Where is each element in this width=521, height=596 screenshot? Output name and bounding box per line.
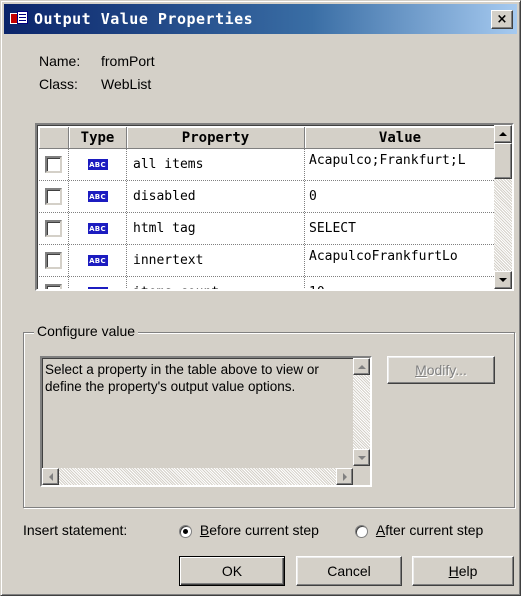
dialog-title: Output Value Properties [34, 10, 254, 28]
header-value[interactable]: Value [305, 127, 496, 149]
arrow-down-icon [357, 455, 366, 460]
text-scroll-down-button[interactable] [353, 449, 370, 466]
table-row[interactable]: ABC disabled 0 [39, 181, 496, 213]
property-value: AcapulcoFrankfurtLo [305, 245, 496, 276]
arrow-down-icon [499, 278, 507, 282]
name-label: Name: [39, 53, 81, 69]
string-type-icon: ABC [87, 287, 108, 289]
header-type[interactable]: Type [69, 127, 127, 149]
row-checkbox[interactable] [45, 188, 62, 205]
string-type-icon: ABC [87, 255, 108, 266]
property-name: disabled [127, 181, 305, 212]
configure-value-label: Configure value [34, 323, 139, 339]
text-vertical-scrollbar[interactable] [353, 358, 370, 466]
row-checkbox[interactable] [45, 156, 62, 173]
scroll-thumb[interactable] [494, 143, 512, 179]
table-row[interactable]: ABC innertext AcapulcoFrankfurtLo [39, 245, 496, 277]
arrow-up-icon [357, 364, 366, 369]
table-vertical-scrollbar[interactable] [494, 125, 512, 289]
string-type-icon: ABC [87, 191, 108, 202]
name-value: fromPort [101, 53, 155, 69]
class-info: Class: WebList [39, 76, 151, 92]
cancel-button[interactable]: Cancel [296, 556, 402, 586]
ok-button[interactable]: OK [179, 556, 285, 586]
text-scroll-right-button[interactable] [336, 468, 353, 485]
help-button[interactable]: Help [412, 556, 514, 586]
table-row[interactable]: ABC all items Acapulco;Frankfurt;L [39, 149, 496, 181]
string-type-icon: ABC [87, 159, 108, 170]
string-type-icon: ABC [87, 223, 108, 234]
row-checkbox[interactable] [45, 284, 62, 289]
property-value: SELECT [305, 213, 496, 244]
text-scroll-up-button[interactable] [353, 358, 370, 375]
table-row[interactable]: ABC items count 10 [39, 277, 496, 289]
class-value: WebList [101, 76, 152, 92]
title-bar[interactable]: Output Value Properties × [4, 4, 517, 34]
arrow-up-icon [499, 132, 507, 136]
table-row[interactable]: ABC html tag SELECT [39, 213, 496, 245]
radio-after-button[interactable] [355, 524, 368, 538]
property-value: 0 [305, 181, 496, 212]
modify-button[interactable]: Modify... [387, 356, 495, 384]
output-options-text[interactable]: Select a property in the table above to … [40, 356, 372, 487]
class-label: Class: [39, 76, 78, 92]
row-checkbox[interactable] [45, 220, 62, 237]
scroll-down-button[interactable] [494, 271, 512, 289]
arrow-left-icon [48, 472, 53, 481]
row-checkbox[interactable] [45, 252, 62, 269]
header-checkbox-col[interactable] [39, 127, 69, 149]
insert-statement-label: Insert statement: [23, 522, 128, 538]
radio-before[interactable]: Before current step [179, 522, 319, 538]
close-button[interactable]: × [491, 10, 513, 29]
property-name: html tag [127, 213, 305, 244]
property-name: all items [127, 149, 305, 180]
property-value: 10 [305, 277, 496, 289]
table-header: Type Property Value [39, 127, 496, 149]
property-table: Type Property Value ABC all items Acapul… [35, 123, 514, 291]
text-horizontal-scrollbar[interactable] [42, 468, 353, 485]
text-scroll-left-button[interactable] [42, 468, 59, 485]
property-name: items count [127, 277, 305, 289]
scroll-up-button[interactable] [494, 125, 512, 143]
property-value: Acapulco;Frankfurt;L [305, 149, 496, 180]
header-property[interactable]: Property [127, 127, 305, 149]
name-info: Name: fromPort [39, 53, 155, 69]
radio-before-button[interactable] [179, 524, 192, 538]
scroll-corner [353, 468, 370, 485]
property-name: innertext [127, 245, 305, 276]
radio-after[interactable]: After current step [355, 522, 483, 538]
app-icon [10, 11, 28, 27]
arrow-right-icon [342, 472, 347, 481]
configure-description: Select a property in the table above to … [45, 362, 319, 394]
output-value-properties-dialog: Output Value Properties × Name: fromPort … [0, 0, 521, 596]
